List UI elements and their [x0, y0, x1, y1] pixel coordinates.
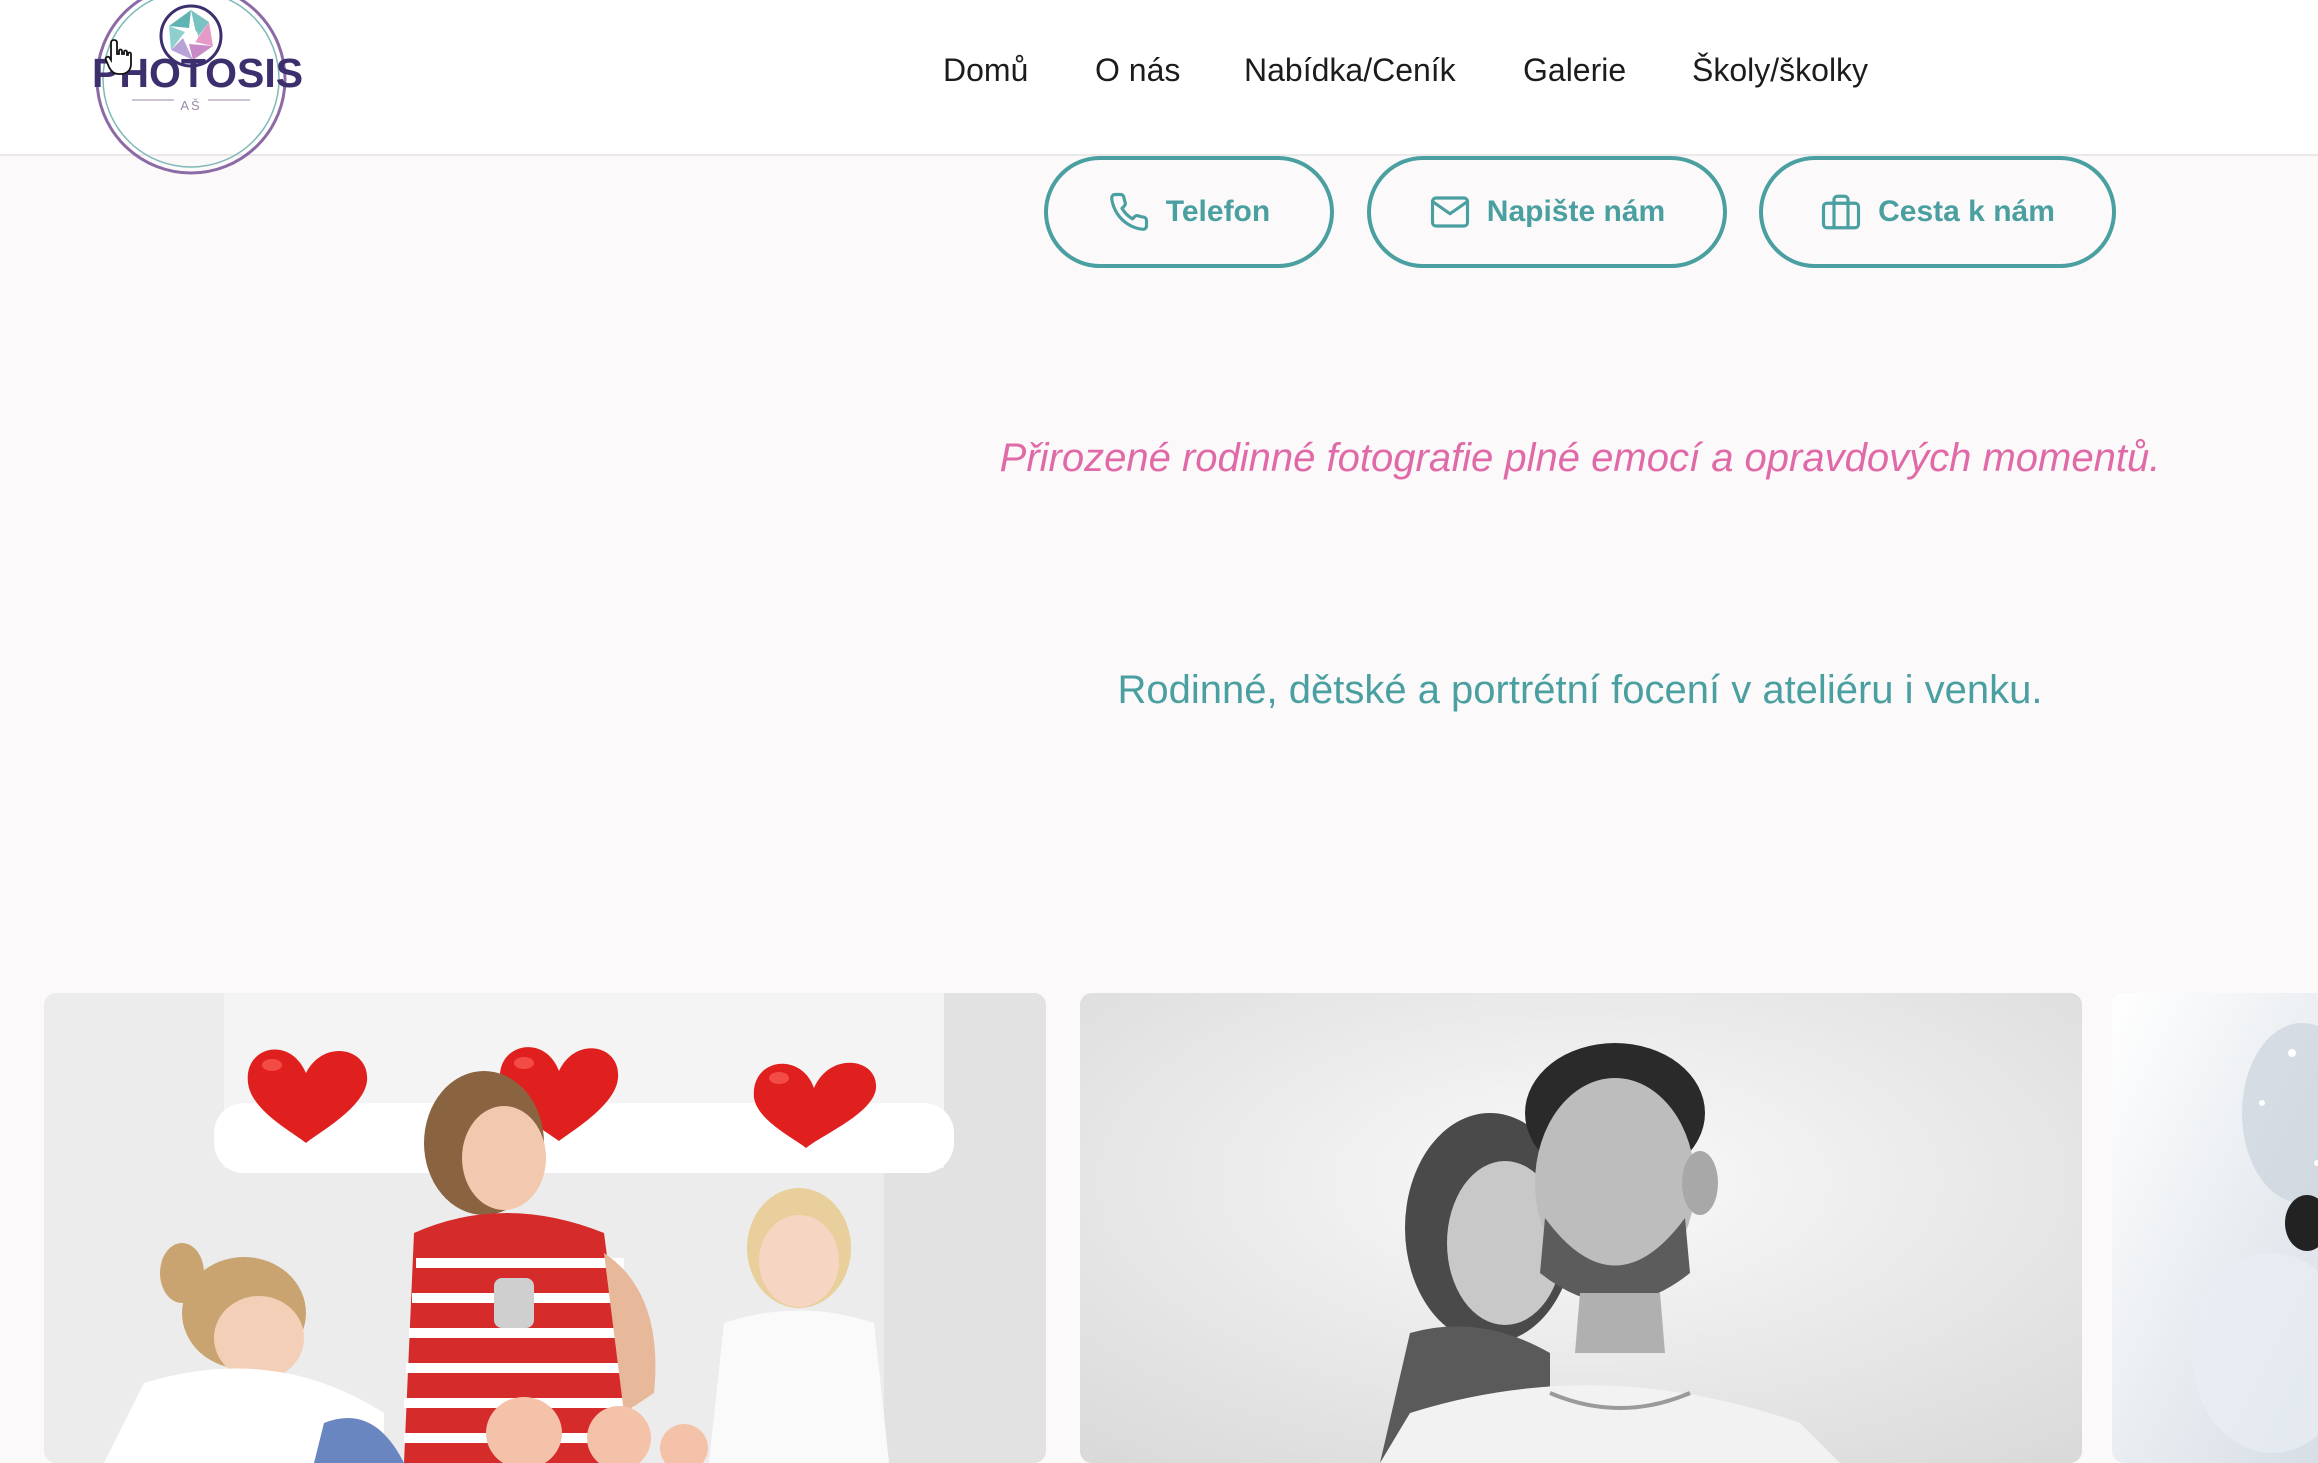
write-us-button[interactable]: Napište nám	[1367, 156, 1727, 268]
nav-item-pricing[interactable]: Nabídka/Ceník	[1244, 52, 1456, 89]
site-header: Domů O nás Nabídka/Ceník Galerie Školy/š…	[0, 0, 2318, 156]
mail-icon	[1429, 191, 1471, 233]
phone-icon	[1108, 191, 1150, 233]
nav-item-about[interactable]: O nás	[1095, 52, 1180, 89]
phone-button-label: Telefon	[1165, 195, 1271, 228]
directions-button[interactable]: Cesta k nám	[1759, 156, 2116, 268]
family-photo-image	[44, 993, 1046, 1463]
gallery-card-couple[interactable]	[1080, 993, 2082, 1463]
hero-tagline: Přirozené rodinné fotografie plné emocí …	[999, 436, 2161, 480]
directions-button-label: Cesta k nám	[1878, 195, 2055, 228]
briefcase-icon	[1820, 191, 1862, 233]
write-us-button-label: Napište nám	[1486, 195, 1666, 228]
hand-cursor-icon	[104, 38, 134, 81]
winter-photo-image	[2112, 993, 2318, 1463]
phone-button[interactable]: Telefon	[1044, 156, 1334, 268]
couple-photo-image	[1080, 993, 2082, 1463]
site-logo[interactable]: PHOTOSIS AŠ	[92, 0, 303, 178]
nav-item-schools[interactable]: Školy/školky	[1692, 52, 1868, 89]
nav-item-home[interactable]: Domů	[943, 52, 1028, 89]
gallery-card-family[interactable]	[44, 993, 1046, 1463]
nav-item-gallery[interactable]: Galerie	[1523, 52, 1626, 89]
gallery-card-winter[interactable]	[2112, 993, 2318, 1463]
hero-subline: Rodinné, dětské a portrétní focení v ate…	[1117, 668, 2043, 712]
logo-subtext: AŠ	[180, 98, 202, 113]
